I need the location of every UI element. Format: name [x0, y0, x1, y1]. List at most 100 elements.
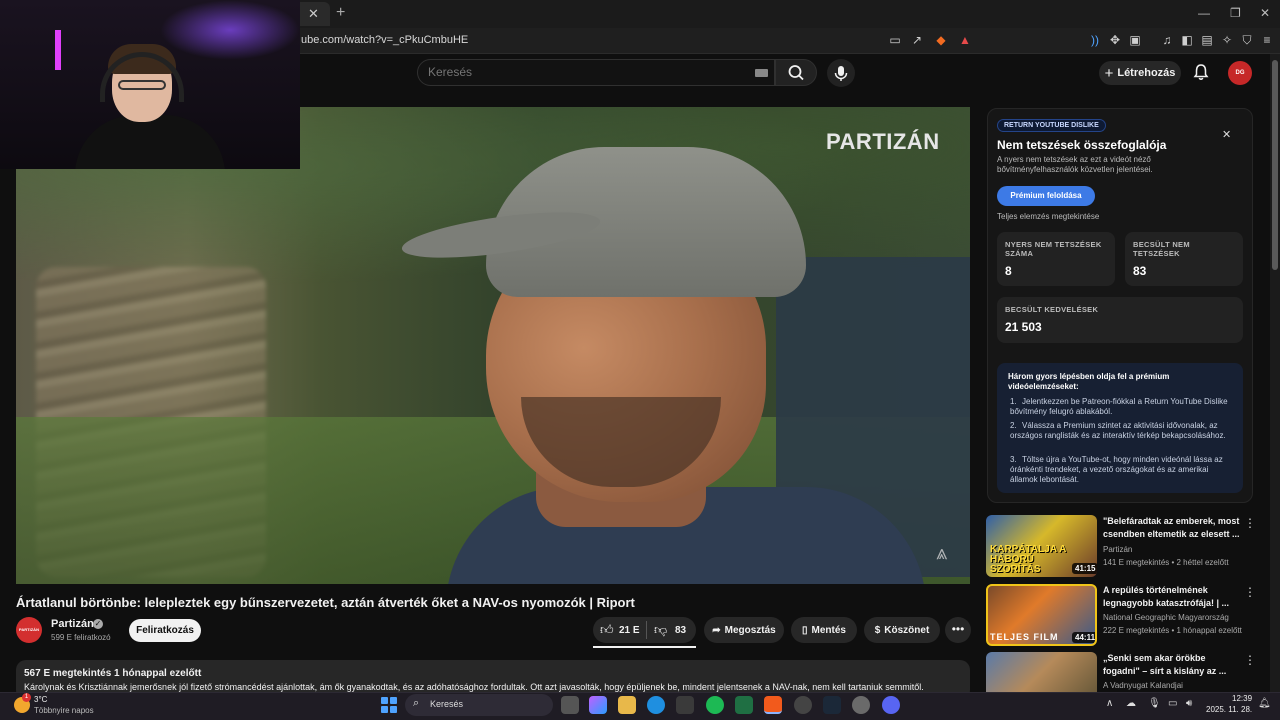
clock-time[interactable]: 12:39	[1232, 694, 1252, 703]
brave-icon[interactable]	[764, 696, 782, 714]
full-analysis-link[interactable]: Teljes elemzés megtekintése	[997, 212, 1099, 221]
recommendation-title[interactable]: A repülés történelmének legnagyobb katas…	[1103, 584, 1241, 610]
taskbar-search-label[interactable]: Keresés	[430, 699, 463, 709]
task-view-icon[interactable]	[561, 696, 579, 714]
obs-icon[interactable]	[794, 696, 812, 714]
more-actions-icon[interactable]: •••	[945, 617, 971, 643]
subscribe-button[interactable]: Feliratkozás	[129, 619, 201, 642]
excel-icon[interactable]	[735, 696, 753, 714]
scrollbar-thumb[interactable]	[1272, 60, 1278, 270]
like-count[interactable]: 21 E	[619, 625, 640, 636]
clock-date[interactable]: 2025. 11. 28.	[1206, 705, 1252, 714]
share-button[interactable]: ➦ Megosztás	[704, 617, 784, 643]
channel-name[interactable]: Partizán	[51, 618, 94, 630]
window-close-icon[interactable]: ✕	[1260, 6, 1270, 20]
sidebar-icon[interactable]: ◧	[1180, 33, 1194, 47]
like-divider	[646, 621, 647, 639]
notifications-bell-icon[interactable]	[1192, 63, 1210, 81]
recommendation-meta: 222 E megtekintés • 1 hónappal ezelőtt	[1103, 626, 1242, 635]
audio-icon[interactable]: ))	[1088, 33, 1102, 47]
url-text[interactable]: ube.com/watch?v=_cPkuCmbuHE	[301, 34, 468, 46]
recommendation-channel[interactable]: National Geographic Magyarország	[1103, 613, 1229, 622]
premium-steps-title: Három gyors lépésben oldja fel a prémium…	[1008, 372, 1170, 391]
wallet-icon[interactable]: ▤	[1200, 33, 1214, 47]
keyboard-icon[interactable]	[755, 69, 768, 77]
voice-search-button[interactable]	[827, 59, 855, 87]
recommendation-menu-icon[interactable]: ⋮	[1244, 516, 1256, 530]
wc-body	[75, 115, 225, 169]
weather-description[interactable]: Többnyire napos	[34, 706, 94, 715]
recommendation-menu-icon[interactable]: ⋮	[1244, 585, 1256, 599]
weather-temperature[interactable]: 3°C	[34, 695, 47, 704]
file-explorer-icon[interactable]	[618, 696, 636, 714]
channel-watermark: PARTIZÁN	[826, 129, 940, 154]
menu-icon[interactable]: ≡	[1260, 33, 1274, 47]
settings-icon[interactable]	[852, 696, 870, 714]
recommendation-thumbnail[interactable]: KARPÁTALJA A HÁBORÚ SZORÍTÁS 41:15	[986, 515, 1097, 577]
thanks-icon: $	[874, 624, 881, 636]
close-tab-icon[interactable]: ✕	[308, 6, 319, 22]
maximize-icon[interactable]: ❐	[1230, 6, 1241, 20]
taskbar-search[interactable]	[405, 694, 553, 716]
recommendation-channel[interactable]: Partizán	[1103, 545, 1132, 554]
estimated-likes-value: 21 503	[1005, 320, 1042, 334]
like-icon[interactable]: 👍︎	[600, 622, 614, 638]
start-windows-icon[interactable]	[381, 697, 397, 713]
view-count-date: 567 E megtekintés 1 hónappal ezelőtt	[24, 668, 202, 679]
brave-rewards-icon[interactable]: ▲	[958, 33, 972, 47]
store-icon[interactable]	[676, 696, 694, 714]
recommendation-title[interactable]: "Belefáradtak az emberek, most csendben …	[1103, 515, 1241, 541]
video-player[interactable]: PARTIZÁN ⩓	[16, 107, 970, 584]
taskbar	[0, 692, 1280, 720]
search-icon	[788, 65, 804, 81]
step-text: Válassza a Premium szintet az aktivitási…	[1010, 421, 1226, 440]
recommendation-channel[interactable]: A Vadnyugat Kalandjai	[1103, 681, 1183, 690]
reader-icon[interactable]: ▭	[888, 33, 902, 47]
volume-icon[interactable]: 🔊︎	[1186, 698, 1192, 709]
thanks-button[interactable]: $ Köszönet	[864, 617, 940, 643]
save-button[interactable]: ▯ Mentés	[791, 617, 857, 643]
thumbnail-overlay-text: TELJES FILM	[990, 632, 1059, 642]
plus-icon: +	[1104, 64, 1114, 82]
search-button[interactable]	[775, 59, 817, 86]
account-avatar[interactable]: DG	[1228, 61, 1252, 85]
microphone-tray-icon[interactable]: 🎙︎	[1148, 698, 1161, 709]
raw-dislikes-label: NYERS NEM TETSZÉSEK SZÁMA	[1005, 240, 1102, 258]
screenshot-icon[interactable]: ▣	[1128, 33, 1142, 47]
spotify-icon[interactable]	[706, 696, 724, 714]
create-button[interactable]: + Létrehozás	[1099, 61, 1181, 85]
premium-step: 3. Töltse újra a YouTube-ot, hogy minden …	[1010, 455, 1230, 485]
edge-icon[interactable]	[647, 696, 665, 714]
search-input[interactable]	[428, 65, 728, 79]
dislike-count[interactable]: 83	[675, 625, 686, 636]
notification-center-icon[interactable]: 🔔︎	[1258, 698, 1271, 709]
vpn-icon[interactable]: ⛉	[1240, 33, 1254, 47]
recommendation-meta: 141 E megtekintés • 2 héttel ezelőtt	[1103, 558, 1229, 567]
share-icon: ➦	[712, 624, 721, 636]
minimize-icon[interactable]: —	[1198, 6, 1210, 20]
new-tab-icon[interactable]: +	[336, 4, 345, 22]
subscriber-count: 599 E feliratkozó	[51, 633, 111, 642]
discord-icon[interactable]	[882, 696, 900, 714]
recommendation-title[interactable]: „Senki sem akar örökbe fogadni" – sírt a…	[1103, 652, 1241, 678]
description-text: Károlynak és Krisztiánnak jemerősnek jól…	[24, 682, 924, 692]
recommendation-menu-icon[interactable]: ⋮	[1244, 653, 1256, 667]
network-icon[interactable]: ▭	[1168, 698, 1177, 709]
tray-chevron-icon[interactable]: ∧	[1106, 698, 1113, 709]
brave-shield-icon[interactable]: ◆	[934, 33, 948, 47]
close-icon[interactable]: ✕	[1222, 128, 1231, 141]
extensions-icon[interactable]: ✥	[1108, 33, 1122, 47]
music-icon[interactable]: ♫	[1160, 33, 1174, 47]
onedrive-icon[interactable]: ☁	[1126, 698, 1136, 709]
channel-avatar[interactable]: PARTIZÁN	[16, 617, 42, 643]
premium-unlock-button[interactable]: Prémium feloldása	[997, 186, 1095, 206]
step-text: Töltse újra a YouTube-ot, hogy minden vi…	[1010, 455, 1223, 484]
recommendation-thumbnail[interactable]: TELJES FILM 44:11	[986, 584, 1097, 646]
steam-icon[interactable]	[823, 696, 841, 714]
leo-ai-icon[interactable]: ✧	[1220, 33, 1234, 47]
share-page-icon[interactable]: ↗	[910, 33, 924, 47]
recommendation-thumbnail[interactable]	[986, 652, 1097, 692]
copilot-icon[interactable]	[589, 696, 607, 714]
step-number: 3.	[1010, 455, 1017, 464]
dislike-icon[interactable]: 👎︎	[654, 622, 667, 638]
